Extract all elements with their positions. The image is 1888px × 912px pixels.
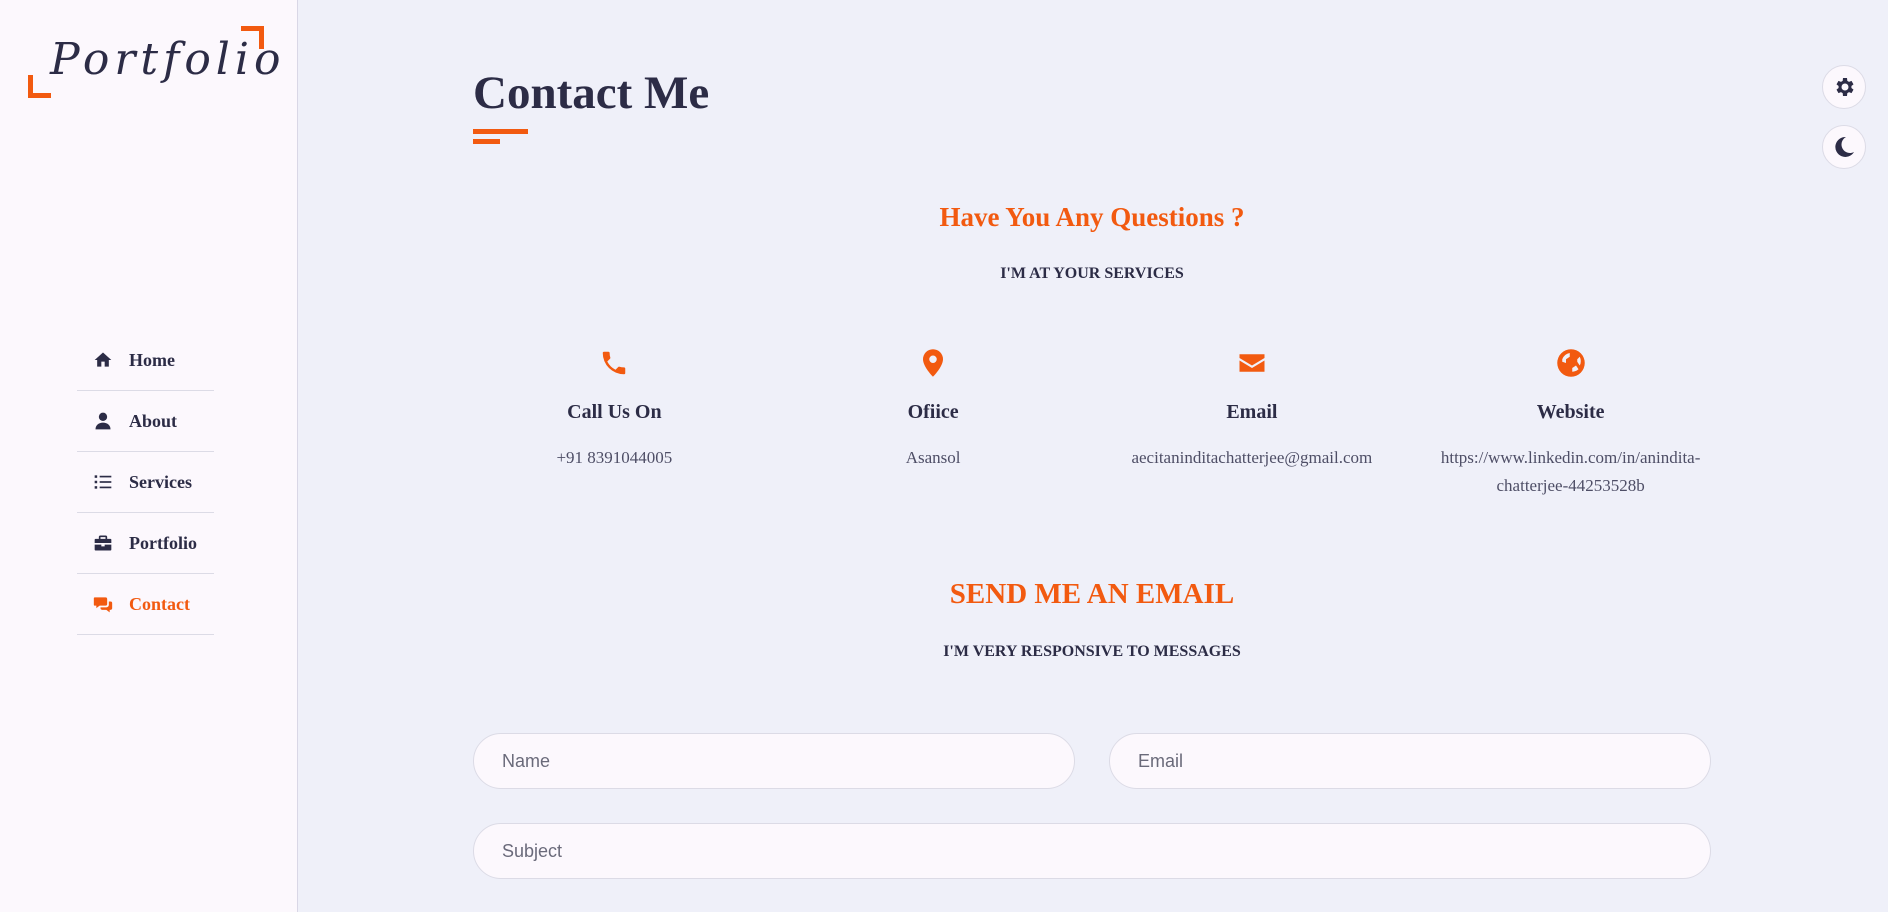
settings-button[interactable] (1822, 65, 1866, 109)
nav-item-home[interactable]: Home (77, 330, 214, 391)
contact-card-website: Website https://www.linkedin.com/in/anin… (1411, 348, 1730, 500)
sidebar: Portfolio Home About Services Portfolio … (0, 0, 298, 912)
questions-title: Have You Any Questions ? (939, 202, 1245, 232)
contact-card-office: Ofiice Asansol (774, 348, 1093, 500)
name-input[interactable] (473, 733, 1075, 789)
sidebar-nav: Home About Services Portfolio Contact (77, 330, 214, 635)
nav-item-label: Portfolio (129, 532, 197, 553)
nav-item-label: Contact (129, 593, 190, 614)
contact-card-phone: Call Us On +91 8391044005 (455, 348, 774, 500)
title-underline-short (473, 139, 500, 144)
moon-icon (1835, 136, 1854, 157)
logo[interactable]: Portfolio (28, 26, 280, 98)
email-section-subtitle: I'M VERY RESPONSIVE TO MESSAGES (943, 643, 1241, 660)
card-title: Website (1536, 401, 1605, 423)
questions-subtitle: I'M AT YOUR SERVICES (1000, 265, 1184, 282)
envelope-icon (1239, 354, 1265, 372)
chat-icon (93, 597, 113, 613)
main-content: Contact Me Have You Any Questions ? I'M … (298, 0, 1888, 912)
globe-icon (1556, 349, 1585, 377)
contact-card-email: Email aecitaninditachatterjee@gmail.com (1093, 348, 1412, 500)
list-icon (94, 475, 112, 489)
nav-item-portfolio[interactable]: Portfolio (77, 513, 214, 574)
gear-icon (1836, 78, 1854, 96)
nav-item-label: About (129, 410, 178, 431)
logo-corner-bottom-left (28, 75, 51, 98)
card-title: Ofiice (907, 401, 959, 423)
card-value[interactable]: aecitaninditachatterjee@gmail.com (1093, 444, 1412, 472)
nav-item-label: Home (129, 349, 175, 370)
phone-icon (603, 351, 626, 375)
logo-text: Portfolio (50, 34, 286, 85)
subject-input[interactable] (473, 823, 1711, 879)
card-title: Call Us On (567, 401, 662, 423)
email-section-title: SEND ME AN EMAIL (949, 578, 1235, 610)
map-pin-icon (923, 349, 944, 377)
home-icon (94, 352, 112, 367)
nav-item-contact[interactable]: Contact (77, 574, 214, 635)
page-title: Contact Me (473, 67, 710, 119)
card-title: Email (1226, 401, 1278, 423)
nav-item-services[interactable]: Services (77, 452, 214, 513)
email-input[interactable] (1109, 733, 1711, 789)
nav-item-label: Services (129, 471, 192, 492)
briefcase-icon (94, 535, 112, 551)
nav-item-about[interactable]: About (77, 391, 214, 452)
title-underline (473, 129, 528, 134)
card-value[interactable]: +91 8391044005 (455, 444, 774, 472)
user-icon (95, 412, 111, 430)
card-value[interactable]: https://www.linkedin.com/in/anindita-cha… (1411, 444, 1730, 500)
card-value: Asansol (905, 448, 961, 467)
theme-toggle-button[interactable] (1822, 125, 1866, 169)
contact-cards: Call Us On +91 8391044005 Ofiice Asansol… (455, 348, 1730, 500)
